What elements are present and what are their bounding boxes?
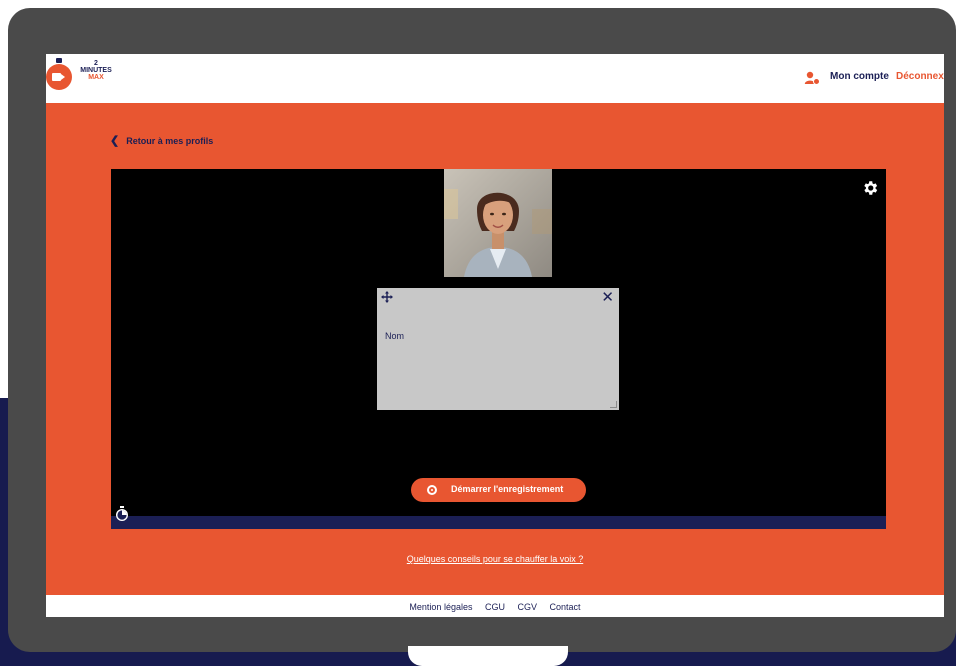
presenter-avatar: [444, 169, 552, 277]
settings-gear-icon[interactable]: [861, 179, 879, 197]
app-screen: 2 MINUTES MAX Mon compte Déconnexi ❮ Reto…: [46, 54, 944, 617]
timer-icon: [116, 506, 128, 521]
account-icon[interactable]: [804, 70, 820, 86]
chevron-left-icon: ❮: [110, 135, 120, 147]
start-recording-label: Démarrer l'enregistrement: [451, 484, 564, 494]
resize-handle[interactable]: [610, 401, 617, 408]
record-icon: [427, 485, 437, 495]
close-icon[interactable]: ✕: [601, 290, 614, 305]
logout-link[interactable]: Déconnexi: [896, 71, 944, 82]
top-navbar: 2 MINUTES MAX Mon compte Déconnexi: [46, 54, 944, 103]
camera-icon: [52, 73, 65, 81]
footer: Mention légales CGU CGV Contact: [46, 595, 944, 617]
logo-wordmark: 2 MINUTES MAX: [76, 60, 116, 81]
recording-progress-bar: [111, 516, 886, 529]
logo-camera-badge: [46, 58, 72, 90]
teleprompter-panel[interactable]: ✕ Nom: [377, 288, 619, 410]
footer-links: Mention légales CGU CGV Contact: [404, 602, 585, 612]
voice-tips-link[interactable]: Quelques conseils pour se chauffer la vo…: [46, 554, 944, 564]
footer-link-contact[interactable]: Contact: [550, 602, 581, 612]
laptop-stand: [408, 646, 568, 666]
my-account-link[interactable]: Mon compte: [830, 71, 889, 82]
back-to-profiles-link[interactable]: ❮ Retour à mes profils: [110, 134, 213, 147]
video-recorder-stage: ✕ Nom Démarrer l'enregistrement: [111, 169, 886, 529]
start-recording-button[interactable]: Démarrer l'enregistrement: [411, 478, 586, 502]
footer-link-cgv[interactable]: CGV: [518, 602, 538, 612]
teleprompter-text: Nom: [385, 331, 405, 341]
footer-link-legal[interactable]: Mention légales: [409, 602, 472, 612]
move-handle-icon[interactable]: [381, 291, 393, 303]
footer-link-cgu[interactable]: CGU: [485, 602, 505, 612]
logo-max: MAX: [88, 74, 104, 81]
laptop-frame: 2 MINUTES MAX Mon compte Déconnexi ❮ Reto…: [8, 8, 956, 652]
back-link-label: Retour à mes profils: [126, 136, 214, 146]
logo-number: 2: [94, 60, 98, 67]
logo-minutes: MINUTES: [80, 67, 112, 74]
